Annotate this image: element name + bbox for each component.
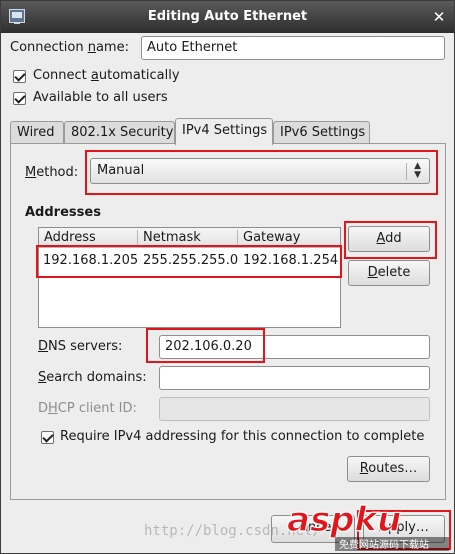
column-address[interactable]: Address <box>44 230 96 245</box>
connect-automatically-checkbox[interactable] <box>13 70 26 83</box>
addresses-table[interactable]: Address Netmask Gateway 192.168.1.205 25… <box>38 227 341 328</box>
cell-address[interactable]: 192.168.1.205 <box>43 253 138 268</box>
method-label: Method: <box>25 165 79 180</box>
tab-ipv6-settings[interactable]: IPv6 Settings <box>273 121 370 144</box>
column-divider <box>237 230 238 246</box>
close-icon[interactable]: ✕ <box>430 8 448 26</box>
available-to-all-users-label: Available to all users <box>33 90 168 105</box>
require-ipv4-checkbox[interactable] <box>41 431 54 444</box>
dialog-window: Editing Auto Ethernet ✕ Connection name:… <box>0 0 455 554</box>
connection-name-input[interactable]: Auto Ethernet <box>141 36 445 60</box>
available-to-all-users-checkbox[interactable] <box>13 92 26 105</box>
add-button[interactable]: Add <box>348 226 430 252</box>
search-domains-label: Search domains: <box>38 370 147 385</box>
dhcp-client-id-label: DHCP client ID: <box>38 401 137 416</box>
column-divider <box>137 230 138 246</box>
routes-button[interactable]: Routes… <box>347 456 430 482</box>
tab-wired[interactable]: Wired <box>10 121 64 144</box>
dropdown-separator <box>406 163 407 180</box>
search-domains-input[interactable] <box>159 366 430 390</box>
connect-automatically-label: Connect automatically <box>33 68 180 83</box>
dns-servers-label: DNS servers: <box>38 339 123 354</box>
column-gateway[interactable]: Gateway <box>243 230 300 245</box>
svg-text:aspku: aspku <box>287 500 401 540</box>
addresses-table-header: Address Netmask Gateway <box>39 228 340 248</box>
dhcp-client-id-input <box>159 397 430 421</box>
tab-8021x-security[interactable]: 802.1x Security <box>64 121 175 144</box>
delete-button[interactable]: Delete <box>348 260 430 286</box>
title-bar[interactable]: Editing Auto Ethernet ✕ <box>1 1 454 33</box>
svg-text:免费网站源码下载站: 免费网站源码下载站 <box>339 538 429 551</box>
connection-name-label: Connection name: <box>10 40 129 55</box>
cell-gateway[interactable]: 192.168.1.254 <box>243 253 338 268</box>
addresses-heading: Addresses <box>25 205 101 220</box>
method-dropdown[interactable]: Manual ▲ ▼ <box>90 158 430 184</box>
dns-servers-input[interactable]: 202.106.0.20 <box>159 335 430 359</box>
cell-netmask[interactable]: 255.255.255.0 <box>143 253 238 268</box>
column-netmask[interactable]: Netmask <box>143 230 201 245</box>
require-ipv4-label: Require IPv4 addressing for this connect… <box>60 429 425 444</box>
window-title: Editing Auto Ethernet <box>147 9 308 24</box>
aspku-logo: aspku 免费网站源码下载站 <box>286 499 449 551</box>
method-value: Manual <box>97 163 145 178</box>
updown-chevron-icon: ▲ ▼ <box>414 161 421 180</box>
tab-ipv4-settings[interactable]: IPv4 Settings <box>175 118 273 145</box>
